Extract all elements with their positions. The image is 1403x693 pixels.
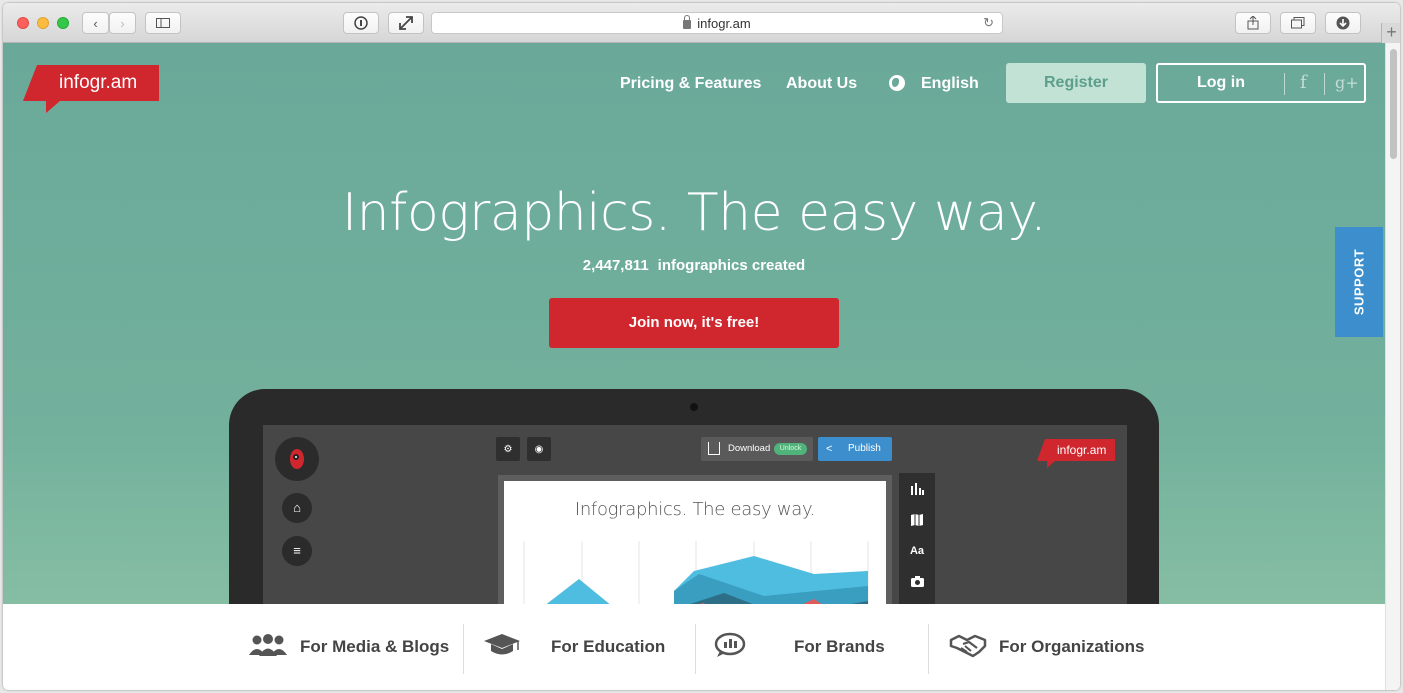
forward-button[interactable]: ›	[109, 12, 136, 34]
lock-icon	[683, 14, 692, 29]
web-page: infogr.am Pricing & Features About Us En…	[3, 43, 1385, 690]
category-label: For Brands	[794, 637, 885, 656]
site-logo[interactable]: infogr.am	[23, 65, 159, 101]
share-icon: <	[826, 443, 833, 455]
chevron-left-icon: ‹	[93, 15, 98, 31]
divider	[1284, 73, 1285, 95]
audience-bar: For Media & Blogs For Education For Bran…	[3, 604, 1385, 690]
editor-publish-button: < Publish	[818, 437, 892, 461]
infographics-counter: 2,447,811 infographics created	[3, 257, 1385, 274]
support-tab[interactable]: SUPPORT	[1335, 227, 1383, 337]
gear-icon: ⚙	[496, 437, 520, 461]
map-icon	[899, 514, 935, 529]
join-now-button[interactable]: Join now, it's free!	[549, 298, 839, 348]
register-button[interactable]: Register	[1006, 63, 1146, 103]
address-bar[interactable]: infogr.am ↻	[431, 12, 1003, 34]
category-brands[interactable]: For Brands	[714, 604, 885, 690]
maximize-window-button[interactable]	[57, 17, 69, 29]
divider	[695, 624, 696, 674]
close-window-button[interactable]	[17, 17, 29, 29]
avatar	[275, 437, 319, 481]
vertical-scrollbar[interactable]	[1385, 43, 1400, 690]
share-icon	[1247, 16, 1259, 30]
language-selector[interactable]: English	[921, 75, 979, 93]
hero-title: Infographics. The easy way.	[341, 183, 1047, 243]
bar-chart-icon	[899, 483, 935, 498]
download-circle-icon	[1336, 16, 1350, 30]
divider	[1324, 73, 1325, 95]
tabs-overview-button[interactable]	[1280, 12, 1316, 34]
nav-about-link[interactable]: About Us	[786, 75, 857, 93]
downloads-button[interactable]	[1325, 12, 1361, 34]
reload-icon[interactable]: ↻	[983, 15, 994, 31]
menu-icon: ≡	[282, 536, 312, 566]
graduation-cap-icon	[483, 632, 521, 663]
people-icon	[248, 633, 288, 662]
mascot-eye	[293, 454, 299, 460]
sidebar-toggle-button[interactable]	[145, 12, 181, 34]
nav-pricing-link[interactable]: Pricing & Features	[620, 75, 761, 93]
expand-arrows-icon	[399, 16, 413, 30]
infographics-count-label: infographics created	[657, 257, 806, 274]
category-organizations[interactable]: For Organizations	[949, 604, 1144, 690]
category-education[interactable]: For Education	[483, 604, 665, 690]
google-plus-icon[interactable]: g+	[1335, 65, 1359, 101]
text-icon: Aa	[909, 545, 925, 557]
browser-toolbar: ‹ › infogr.am ↻ +	[3, 3, 1400, 43]
download-icon	[708, 442, 720, 455]
minimize-window-button[interactable]	[37, 17, 49, 29]
browser-window: ‹ › infogr.am ↻ + infogr.am Pricing & Fe	[3, 3, 1400, 690]
category-media-blogs[interactable]: For Media & Blogs	[248, 604, 449, 690]
laptop-camera	[690, 403, 698, 411]
logo-tail	[46, 101, 60, 113]
info-circle-icon	[354, 16, 368, 30]
share-button[interactable]	[1235, 12, 1271, 34]
camera-icon	[899, 576, 935, 590]
category-label: For Organizations	[999, 637, 1145, 656]
new-tab-button[interactable]: +	[1381, 23, 1400, 43]
login-group: Log in f g+	[1156, 63, 1366, 103]
divider	[463, 624, 464, 674]
eye-icon: ◉	[527, 437, 551, 461]
editor-logo: infogr.am	[1037, 439, 1115, 461]
login-button[interactable]: Log in	[1158, 65, 1284, 101]
globe-icon	[889, 75, 905, 91]
chevron-right-icon: ›	[120, 15, 125, 31]
editor-download-button: Download Unlock	[701, 437, 813, 461]
infographics-count: 2,447,811	[582, 257, 649, 274]
editor-logo-tail	[1047, 461, 1055, 468]
category-label: For Education	[551, 637, 666, 656]
sidebar-icon	[156, 18, 170, 28]
divider	[928, 624, 929, 674]
url-text: infogr.am	[697, 15, 751, 31]
reader-button[interactable]	[343, 12, 379, 34]
category-label: For Media & Blogs	[300, 637, 450, 656]
scrollbar-thumb[interactable]	[1390, 49, 1397, 159]
unlock-badge: Unlock	[774, 443, 807, 455]
tabs-icon	[1291, 17, 1305, 29]
home-icon: ⌂	[282, 493, 312, 523]
fullscreen-button[interactable]	[388, 12, 424, 34]
facebook-icon[interactable]: f	[1300, 65, 1307, 101]
handshake-icon	[949, 632, 987, 663]
chat-bubble-chart-icon	[714, 632, 746, 663]
back-button[interactable]: ‹	[82, 12, 109, 34]
